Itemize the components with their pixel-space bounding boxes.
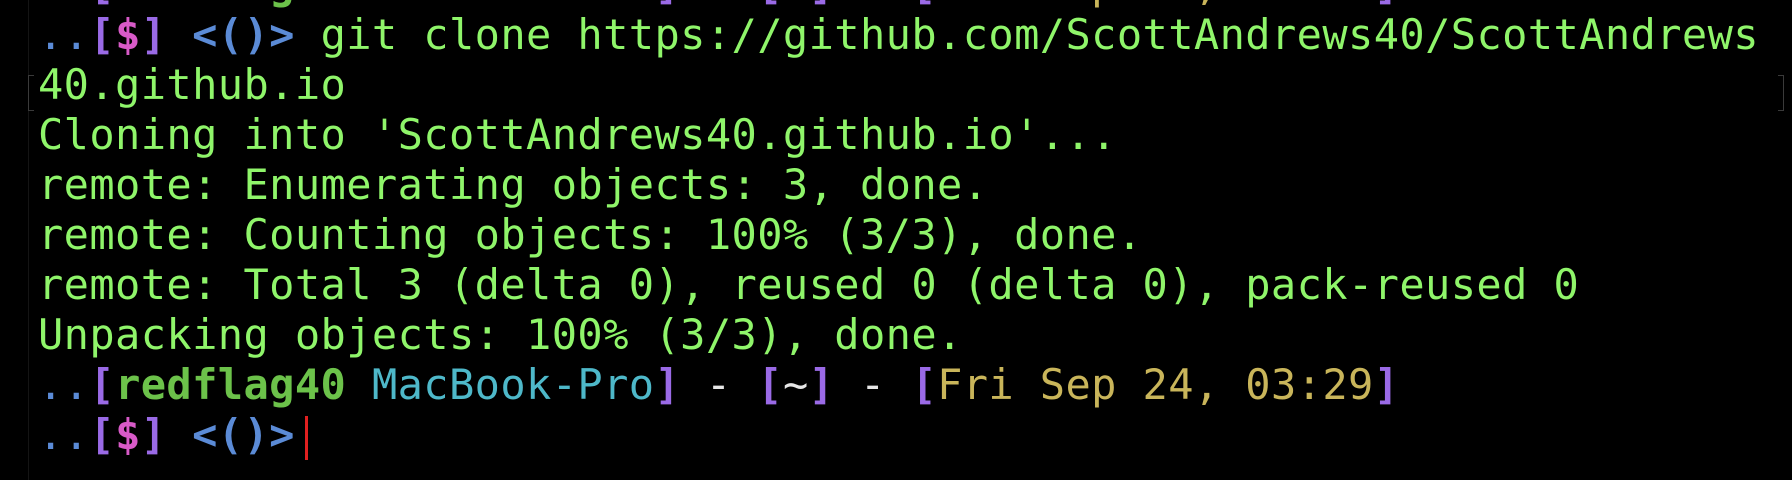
line-wrap-marker-right (1778, 75, 1784, 111)
prompt-dir: ~ (782, 360, 809, 409)
prompt-symbol: <()> (192, 410, 295, 459)
output-line: remote: Total 3 (delta 0), reused 0 (del… (38, 260, 1580, 309)
terminal-output[interactable]: ..[redflag40 MacBook-Pro] - [~] - [Fri S… (38, 0, 1778, 460)
line-wrap-marker-left (28, 75, 34, 111)
command-wrap-line: 40.github.io (38, 60, 1778, 110)
prompt-dollar: $ (115, 410, 141, 459)
prompt-user: redflag40 (115, 360, 347, 409)
output-line: remote: Enumerating objects: 3, done. (38, 160, 989, 209)
prompt-dots: .. (38, 410, 90, 459)
prompt-symbol: <()> (192, 10, 295, 59)
text-cursor[interactable] (304, 415, 308, 460)
command-text: git clone https://github.com/ScottAndrew… (320, 10, 1759, 59)
prompt-date: Fri Sep 24, 03:29 (937, 360, 1374, 409)
prompt-dots: .. (38, 360, 90, 409)
output-line: Cloning into 'ScottAndrews40.github.io'.… (38, 110, 1117, 159)
prompt-dots: .. (38, 10, 90, 59)
prompt-host: MacBook-Pro (372, 0, 655, 9)
prompt-host: MacBook-Pro (371, 360, 655, 409)
previous-prompt-line: ..[redflag40 MacBook-Pro] - [~] - [Fri S… (38, 0, 1778, 10)
command-text-wrapped: 40.github.io (38, 60, 347, 109)
output-line: remote: Counting objects: 100% (3/3), do… (38, 210, 1143, 259)
current-prompt-line[interactable]: ..[$] <()> (38, 410, 1778, 460)
terminal-left-edge (28, 0, 29, 480)
output-line: Unpacking objects: 100% (3/3), done. (38, 310, 963, 359)
command-prompt-line: ..[$] <()> git clone https://github.com/… (38, 10, 1759, 59)
prompt-dollar: $ (115, 10, 141, 59)
prompt-dir: ~ (783, 0, 809, 9)
prompt-dots: .. (38, 0, 89, 9)
prompt-date: Fri Sep 24, 03:27 (937, 0, 1374, 9)
status-prompt-line: ..[redflag40 MacBook-Pro] - [~] - [Fri S… (38, 360, 1400, 409)
prompt-user: redflag40 (115, 0, 346, 9)
